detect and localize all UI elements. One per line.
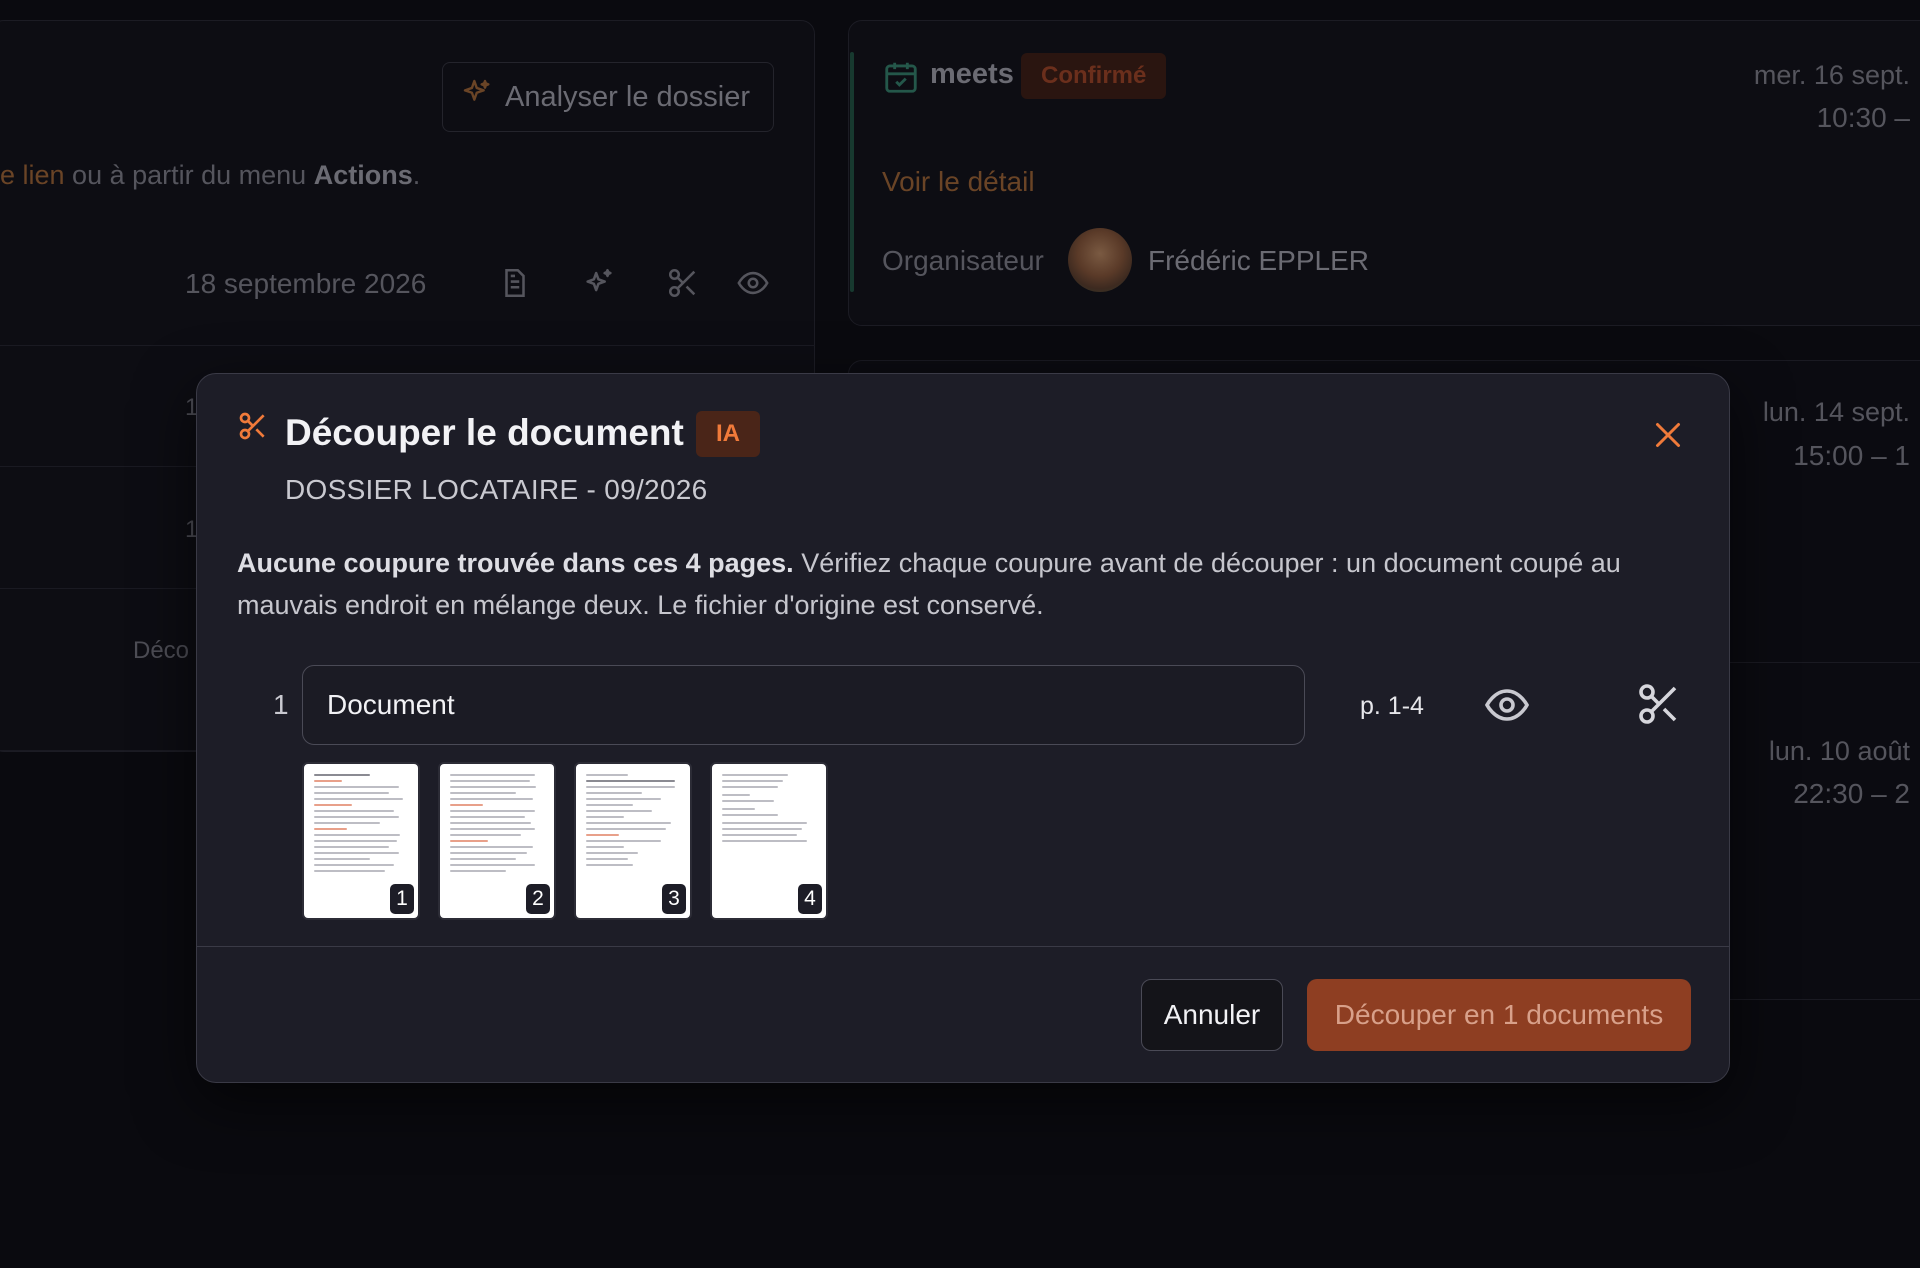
actions-menu-label: Actions [313,160,413,190]
sparkles-icon [461,77,493,117]
divider [0,345,815,346]
event-detail-link[interactable]: Voir le détail [882,166,1035,198]
segment-name-input[interactable] [302,665,1305,745]
cancel-button[interactable]: Annuler [1141,979,1283,1051]
organizer-name: Frédéric EPPLER [1148,245,1369,276]
analyse-dossier-button[interactable]: Analyser le dossier [442,62,774,132]
page-number-badge: 1 [390,884,414,914]
page-thumbnail[interactable]: 4 [710,762,828,920]
dialog-subtitle: DOSSIER LOCATAIRE - 09/2026 [285,474,708,505]
event-status-badge: Confirmé [1021,53,1167,99]
preview-eye-icon[interactable] [1483,681,1531,729]
ia-badge: IA [696,411,760,457]
event-date: lun. 10 août [1768,736,1910,766]
close-icon [1650,417,1686,453]
event-date: mer. 16 sept. [1753,60,1910,90]
eye-icon[interactable] [736,266,770,300]
page-thumbnail[interactable]: 2 [438,762,556,920]
scissors-icon [237,410,269,442]
help-link[interactable]: e lien [0,160,65,190]
event-time: 22:30 – 2 [1793,778,1910,809]
organizer-label: Organisateur [882,245,1044,276]
calendar-check-icon [882,58,920,96]
description-bold: Aucune coupure trouvée dans ces 4 pages. [237,548,794,578]
page-thumbnail[interactable]: 1 [302,762,420,920]
analyse-dossier-label: Analyser le dossier [505,80,750,113]
document-icon[interactable] [498,266,532,300]
sparkles-icon[interactable] [582,266,616,300]
page-number-badge: 2 [526,884,550,914]
segment-index: 1 [273,689,289,720]
scissors-icon[interactable] [1635,680,1683,728]
split-document-dialog: Découper le document IA DOSSIER LOCATAIR… [196,373,1730,1083]
dialog-title: Découper le document [285,412,684,453]
help-text: e lien ou à partir du menu Actions. [0,160,421,190]
page-thumbnail[interactable]: 3 [574,762,692,920]
event-time: 10:30 – [1816,102,1910,133]
page-number-badge: 4 [798,884,822,914]
event-name: meets [930,58,1014,90]
event-time: 15:00 – 1 [1793,440,1910,471]
page-number-badge: 3 [662,884,686,914]
close-button[interactable] [1647,414,1689,456]
row-partial-text: Déco [133,637,190,664]
split-submit-button[interactable]: Découper en 1 documents [1307,979,1691,1051]
footer-divider [197,946,1729,947]
scissors-icon[interactable] [666,266,700,300]
event-date: lun. 14 sept. [1762,397,1910,427]
event-accent-bar [850,52,854,292]
segment-pages: p. 1-4 [1360,692,1424,720]
document-date: 18 septembre 2026 [185,268,427,299]
avatar [1068,228,1132,292]
dialog-description: Aucune coupure trouvée dans ces 4 pages.… [237,542,1677,626]
